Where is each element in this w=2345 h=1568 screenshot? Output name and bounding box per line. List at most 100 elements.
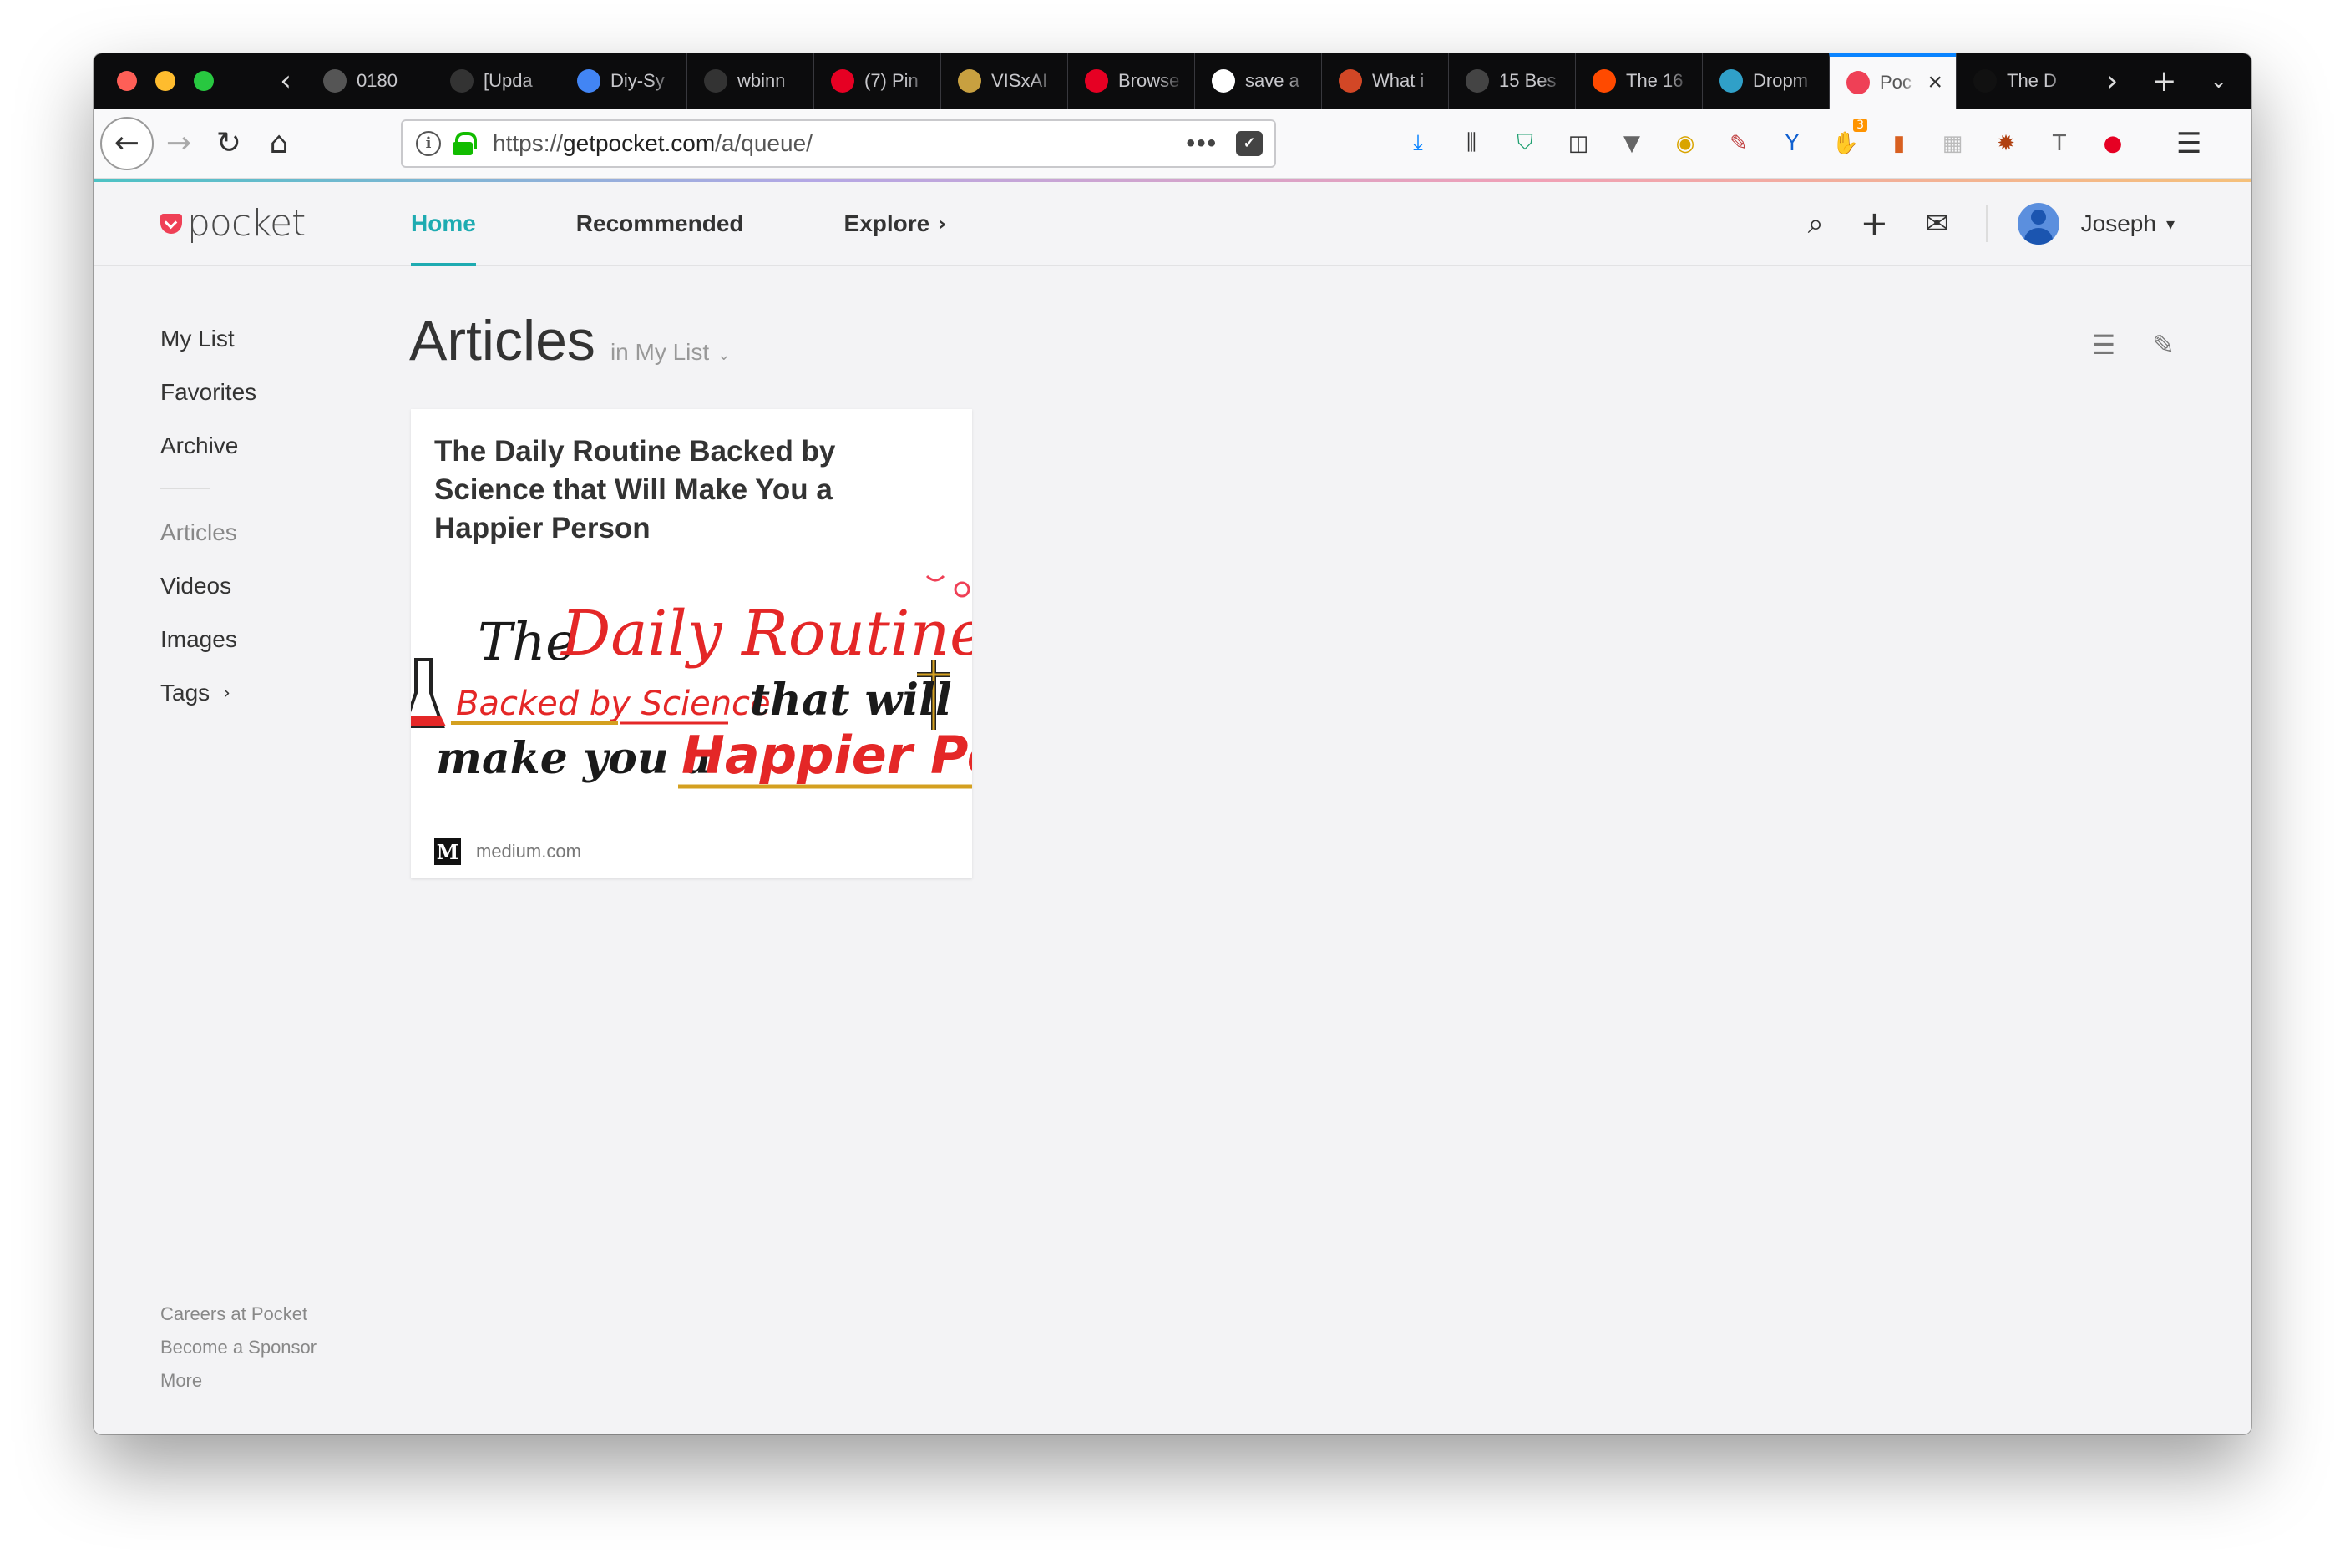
jar-extension-icon[interactable]: ▮: [1886, 130, 1912, 157]
address-bar[interactable]: i https://getpocket.com/a/queue/ ••• ✓: [401, 119, 1276, 168]
new-tab-icon[interactable]: +: [2151, 64, 2176, 99]
tab-strip: ‹ 0180 [Upda Diy-Sy wbinn (7) Pin VISxAI Brows…: [94, 53, 2251, 109]
chevron-down-icon[interactable]: ▾: [2166, 214, 2175, 234]
sidebar-item-images[interactable]: Images: [160, 613, 344, 666]
browser-tab[interactable]: save a: [1194, 53, 1321, 109]
url-path: /a/queue/: [715, 129, 813, 156]
footer-links: Careers at Pocket Become a Sponsor More: [160, 1297, 317, 1398]
browser-tab[interactable]: What i: [1321, 53, 1448, 109]
nav-home[interactable]: Home: [411, 182, 476, 266]
minimize-window-button[interactable]: [155, 71, 175, 91]
sidebar-item-articles[interactable]: Articles: [160, 506, 344, 559]
browser-tab[interactable]: Diy-Sy: [560, 53, 686, 109]
article-card[interactable]: The Daily Routine Backed by Science that…: [411, 409, 972, 878]
browser-tab[interactable]: Browse: [1067, 53, 1194, 109]
window-controls: [94, 71, 266, 91]
save-to-pocket-icon[interactable]: ✓: [1236, 130, 1263, 156]
sidebar-item-favorites[interactable]: Favorites: [160, 366, 344, 419]
tab-title: The D: [2007, 70, 2057, 91]
sidebar-item-my-list[interactable]: My List: [160, 312, 344, 366]
site-info-icon[interactable]: i: [416, 130, 441, 156]
browser-tab[interactable]: 15 Bes: [1448, 53, 1575, 109]
sidebar-icon[interactable]: ◫: [1565, 130, 1592, 157]
mail-icon[interactable]: ✉: [1925, 207, 1949, 240]
vivaldi-extension-icon[interactable]: ▼: [1618, 130, 1645, 157]
home-button[interactable]: ⌂: [254, 119, 304, 169]
sponsor-link[interactable]: Become a Sponsor: [160, 1331, 317, 1364]
secure-lock-icon[interactable]: [453, 131, 477, 155]
tab-title: Diy-Sy: [610, 70, 665, 91]
close-tab-icon[interactable]: ×: [1927, 68, 1942, 97]
pinterest-extension-icon[interactable]: ●: [2099, 130, 2126, 157]
sidebar-item-label: Tags: [160, 680, 210, 706]
browser-tab[interactable]: Dropm: [1702, 53, 1829, 109]
text-extension-icon[interactable]: T: [2046, 130, 2073, 157]
browser-tab[interactable]: Poc ×: [1829, 53, 1956, 109]
browser-tab[interactable]: 0180: [306, 53, 433, 109]
header-divider: [1985, 205, 1988, 242]
maximize-window-button[interactable]: [194, 71, 214, 91]
list-filter-dropdown[interactable]: in My List: [610, 339, 709, 366]
nav-recommended[interactable]: Recommended: [576, 182, 744, 266]
eyedropper-icon[interactable]: ✎: [1725, 130, 1752, 157]
list-all-tabs-icon[interactable]: ⌄: [2211, 69, 2227, 93]
shield-extension-icon[interactable]: ⛉: [1512, 130, 1538, 157]
article-domain[interactable]: medium.com: [476, 841, 581, 862]
careers-link[interactable]: Careers at Pocket: [160, 1297, 317, 1331]
more-link[interactable]: More: [160, 1364, 317, 1398]
sidebar-item-label: My List: [160, 326, 235, 352]
article-thumbnail[interactable]: The Daily Routine Backed by Science that…: [411, 568, 972, 802]
extension-icons: ⤓ ⫼ ⛉ ◫ ▼ ◉ ✎ Y ✋ 3 ▮ ▦ ✹ T ●: [1405, 118, 2126, 157]
pocket-logo-text: pocket: [187, 202, 306, 245]
library-icon[interactable]: ⫼: [1458, 130, 1485, 157]
gear-extension-icon[interactable]: ✹: [1993, 130, 2019, 157]
search-icon[interactable]: ⌕: [1808, 207, 1824, 240]
sidebar-item-tags[interactable]: Tags ›: [160, 666, 344, 720]
pocket-logo[interactable]: pocket: [160, 202, 306, 245]
sidebar-item-archive[interactable]: Archive: [160, 419, 344, 473]
edit-pencil-icon[interactable]: ✎: [2152, 329, 2175, 361]
list-view-icon[interactable]: ☰: [2092, 329, 2116, 361]
tab-title: Poc: [1880, 72, 1912, 93]
url-text[interactable]: https://getpocket.com/a/queue/: [493, 130, 1186, 157]
page-heading: Articles in My List ⌄: [409, 308, 730, 373]
downloads-icon[interactable]: ⤓: [1405, 130, 1431, 157]
y-extension-icon[interactable]: Y: [1779, 130, 1806, 157]
browser-tab[interactable]: [Upda: [433, 53, 560, 109]
browser-tab[interactable]: (7) Pin: [813, 53, 940, 109]
close-window-button[interactable]: [117, 71, 137, 91]
browser-tab[interactable]: wbinn: [686, 53, 813, 109]
dna-icon: [958, 69, 981, 93]
add-icon[interactable]: +: [1861, 205, 1889, 243]
browser-tab[interactable]: The D: [1956, 53, 2083, 109]
forward-button[interactable]: →: [154, 119, 204, 169]
browser-tab[interactable]: The 16: [1575, 53, 1702, 109]
colorful-extension-icon[interactable]: ◉: [1672, 130, 1699, 157]
back-button[interactable]: ←: [100, 116, 154, 170]
thumb-text-that-will: that will: [750, 675, 952, 726]
thumb-text-daily-routine: Daily Routine: [560, 598, 972, 670]
page-actions-icon[interactable]: •••: [1186, 129, 1218, 158]
navigation-toolbar: ← → ↻ ⌂ i https://getpocket.com/a/queue/…: [94, 109, 2251, 179]
user-name[interactable]: Joseph: [2081, 210, 2156, 237]
article-title[interactable]: The Daily Routine Backed by Science that…: [434, 432, 902, 548]
chevron-down-icon[interactable]: ⌄: [717, 346, 730, 364]
nav-explore[interactable]: Explore ›: [844, 182, 947, 266]
browser-tab[interactable]: VISxAI: [940, 53, 1067, 109]
sidebar-item-videos[interactable]: Videos: [160, 559, 344, 613]
sidebar-item-label: Articles: [160, 519, 237, 545]
scroll-tabs-left-icon[interactable]: ‹: [266, 53, 306, 109]
google-docs-icon: [577, 69, 600, 93]
drop-icon: [1719, 69, 1743, 93]
scroll-tabs-right-icon[interactable]: ›: [2106, 64, 2118, 99]
tab-title: wbinn: [737, 70, 786, 91]
hamburger-menu-icon[interactable]: ☰: [2176, 127, 2201, 160]
grid-extension-icon[interactable]: ▦: [1939, 130, 1966, 157]
notification-extension-icon[interactable]: ✋ 3: [1832, 118, 1867, 157]
google-icon: [1212, 69, 1235, 93]
page-title: Articles: [409, 309, 595, 372]
reload-button[interactable]: ↻: [204, 119, 254, 169]
avatar[interactable]: [2017, 203, 2059, 245]
header-actions: ⌕ + ✉ Joseph ▾: [1771, 182, 2175, 266]
sidebar-item-label: Videos: [160, 573, 232, 599]
